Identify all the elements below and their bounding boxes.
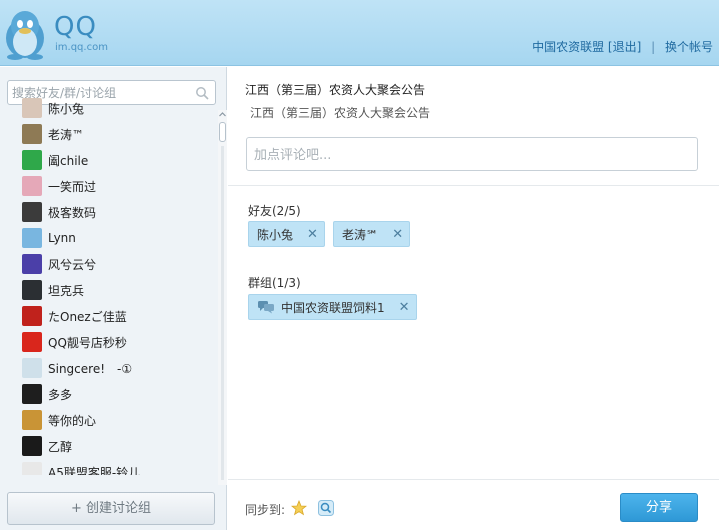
comment-box[interactable]	[246, 137, 698, 171]
avatar	[22, 462, 42, 475]
friend-tag: 老涛℠ ✕	[333, 221, 411, 247]
avatar	[22, 98, 42, 118]
contact-row[interactable]: 老涛™	[0, 121, 218, 147]
contact-name: 阖chile	[48, 153, 89, 168]
groups-label: 群组(1/3)	[248, 276, 301, 290]
remove-icon[interactable]: ✕	[307, 227, 318, 242]
contact-row[interactable]: QQ靓号店秒秒	[0, 329, 218, 355]
contact-name: A5联盟客服-铃儿	[48, 465, 141, 476]
avatar	[22, 176, 42, 196]
avatar	[22, 384, 42, 404]
scroll-up-icon[interactable]	[218, 110, 227, 119]
contact-name: Lynn	[48, 231, 76, 245]
avatar	[22, 202, 42, 222]
contact-row[interactable]: 坦克兵	[0, 277, 218, 303]
contact-name: 多多	[48, 387, 73, 402]
divider	[228, 185, 719, 186]
remove-icon[interactable]: ✕	[399, 300, 410, 315]
contact-name: Singcere! -①	[48, 361, 133, 376]
contact-row[interactable]: 等你的心	[0, 407, 218, 433]
contact-row[interactable]: 阖chile	[0, 147, 218, 173]
logout-link[interactable]: [退出]	[608, 40, 641, 54]
friend-tag: 陈小兔 ✕	[248, 221, 325, 247]
contact-row[interactable]: 一笑而过	[0, 173, 218, 199]
contact-panel: 陈小兔老涛™ 阖chile 一笑而过极客数码 Lynn 风兮云兮坦克兵たOnezご佳蓝 Q…	[0, 67, 227, 530]
group-tag: 中国农资联盟饲料1 ✕	[248, 294, 417, 320]
share-panel: 江西（第三届）农资人大聚会公告 江西（第三届）农资人大聚会公告 好友(2/5) …	[228, 67, 719, 530]
account-bar: 中国农资联盟 [退出] | 换个帐号	[532, 38, 713, 55]
friend-tag-label: 老涛℠	[342, 227, 379, 242]
contact-name: 坦克兵	[48, 283, 85, 298]
star-icon[interactable]	[291, 500, 307, 516]
scroll-track[interactable]	[221, 146, 224, 480]
remove-icon[interactable]: ✕	[392, 227, 403, 242]
share-footer: 同步到: 分享	[228, 479, 719, 530]
logo-text: QQ	[54, 12, 97, 42]
contact-row[interactable]: 乙醇	[0, 433, 218, 459]
share-subtitle: 江西（第三届）农资人大聚会公告	[250, 106, 431, 120]
qq-logo: QQ im.qq.com	[2, 6, 122, 62]
logo-domain: im.qq.com	[55, 42, 108, 53]
comment-input[interactable]	[254, 145, 684, 165]
sync-label: 同步到:	[245, 503, 286, 517]
contact-name: 乙醇	[48, 439, 73, 454]
contact-list: 陈小兔老涛™ 阖chile 一笑而过极客数码 Lynn 风兮云兮坦克兵たOnezご佳蓝 Q…	[0, 95, 218, 475]
penguin-icon	[6, 11, 44, 60]
contact-row[interactable]: 风兮云兮	[0, 251, 218, 277]
contact-row[interactable]: たOnezご佳蓝	[0, 303, 218, 329]
contact-row[interactable]: Singcere! -①	[0, 355, 218, 381]
friend-tag-label: 陈小兔	[257, 227, 294, 242]
contact-name: 一笑而过	[48, 179, 97, 194]
account-name[interactable]: 中国农资联盟	[532, 40, 604, 54]
avatar	[22, 228, 42, 248]
contact-name: 极客数码	[48, 205, 97, 220]
avatar	[22, 410, 42, 430]
contact-row[interactable]: 极客数码	[0, 199, 218, 225]
avatar	[22, 332, 42, 352]
group-tag-label: 中国农资联盟饲料1	[281, 300, 385, 315]
qzone-icon[interactable]	[318, 500, 334, 516]
contact-name: 等你的心	[48, 413, 97, 428]
contact-row[interactable]: 多多	[0, 381, 218, 407]
avatar	[22, 150, 42, 170]
switch-account-link[interactable]: 换个帐号	[665, 40, 713, 54]
contact-row[interactable]: 陈小兔	[0, 95, 218, 121]
create-group-button[interactable]: + 创建讨论组	[7, 492, 215, 525]
avatar	[22, 306, 42, 326]
share-title: 江西（第三届）农资人大聚会公告	[245, 83, 426, 97]
contact-name: 风兮云兮	[48, 257, 97, 272]
contact-scrollbar[interactable]	[218, 110, 227, 485]
scroll-thumb[interactable]	[219, 122, 226, 142]
friends-label: 好友(2/5)	[248, 204, 301, 218]
group-chat-icon	[258, 301, 274, 314]
contact-name: 老涛™	[48, 127, 85, 142]
avatar	[22, 358, 42, 378]
avatar	[22, 436, 42, 456]
avatar	[22, 254, 42, 274]
contact-row[interactable]: A5联盟客服-铃儿	[0, 459, 218, 475]
contact-row[interactable]: Lynn	[0, 225, 218, 251]
separator: |	[651, 40, 656, 54]
avatar	[22, 280, 42, 300]
contact-name: 陈小兔	[48, 101, 85, 116]
contact-name: たOnezご佳蓝	[48, 309, 127, 324]
contact-name: QQ靓号店秒秒	[48, 335, 127, 350]
avatar	[22, 124, 42, 144]
share-button[interactable]: 分享	[620, 493, 698, 522]
header-bar: QQ im.qq.com 中国农资联盟 [退出] | 换个帐号	[0, 0, 719, 66]
